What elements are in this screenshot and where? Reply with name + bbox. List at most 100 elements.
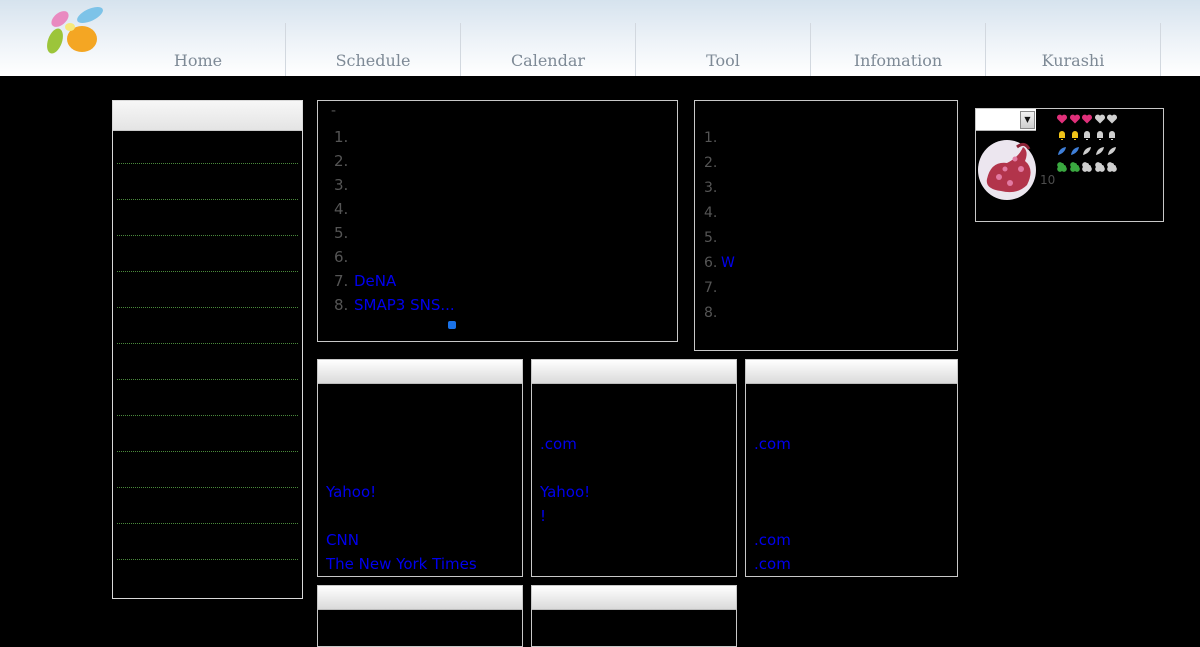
site-header: Home Schedule Calendar Tool Infomation K…	[0, 0, 1200, 76]
feather-icon	[1108, 147, 1116, 155]
heart-icon	[1094, 114, 1105, 124]
bell-icon	[1071, 131, 1078, 140]
sidebar-item[interactable]	[117, 452, 298, 488]
ranking-number: 4.	[334, 200, 349, 218]
ranking-item[interactable]: 5.	[334, 221, 455, 245]
ranking-tab-marker: -	[331, 103, 337, 119]
link-box: .com Yahoo! !	[531, 359, 737, 577]
flower-icon	[1094, 162, 1105, 172]
ranking-link[interactable]: DeNA	[354, 272, 396, 290]
chevron-down-icon[interactable]: ▼	[1020, 111, 1035, 129]
pager-dot[interactable]	[448, 321, 456, 329]
bell-icon	[1096, 131, 1103, 140]
bell-icon	[1084, 131, 1090, 140]
ranking-link[interactable]: SMAP3 SNS...	[354, 296, 455, 314]
sidebar-item[interactable]	[117, 308, 298, 344]
link-box	[531, 585, 737, 647]
feather-icon	[1095, 147, 1104, 155]
ranking-item[interactable]: 3.	[704, 176, 735, 201]
link-box-header	[532, 586, 736, 610]
sidebar-item[interactable]	[117, 416, 298, 452]
link-box	[317, 585, 523, 647]
sidebar-item[interactable]	[117, 164, 298, 200]
bell-icon	[1059, 131, 1065, 140]
heart-icon	[1056, 114, 1068, 124]
ranking-panel-keywords: 1. 2. 3. 4. 5. 6. W 7. 8.	[694, 100, 958, 351]
ranking-item[interactable]: 6. W	[704, 251, 735, 276]
link-box-header	[318, 360, 522, 384]
link-dotcom[interactable]: .com	[540, 434, 577, 454]
heart-icon-row	[1056, 111, 1119, 127]
sidebar-item[interactable]	[117, 272, 298, 308]
ranking-number: 3.	[334, 176, 349, 194]
ranking-number: 6.	[334, 248, 349, 266]
sidebar-item[interactable]	[117, 132, 298, 164]
flower-logo-icon[interactable]	[42, 3, 106, 59]
ranking-number: 7.	[704, 280, 718, 296]
link-exclaim[interactable]: !	[540, 506, 546, 526]
ranking-item[interactable]: 7.	[704, 276, 735, 301]
ranking-item[interactable]: 2.	[334, 149, 455, 173]
heart-icon	[1069, 114, 1080, 124]
ranking-number: 1.	[334, 128, 349, 146]
flower-icon	[1057, 162, 1067, 172]
sidebar-item[interactable]	[117, 380, 298, 416]
link-yahoo[interactable]: Yahoo!	[540, 482, 590, 502]
ranking-item[interactable]: 5.	[704, 226, 735, 251]
sidebar-header	[113, 101, 302, 131]
status-icon-grid	[1056, 111, 1119, 175]
ranking-number: 6.	[704, 255, 718, 271]
nav-tool[interactable]: Tool	[636, 23, 811, 76]
ranking-number: 8.	[334, 296, 349, 314]
level-number: 10	[1040, 173, 1056, 187]
ranking-item[interactable]: 4.	[704, 201, 735, 226]
main-nav: Home Schedule Calendar Tool Infomation K…	[111, 23, 1161, 76]
flower-icon	[1069, 162, 1080, 172]
ranking-item[interactable]: 6.	[334, 245, 455, 269]
link-cnn[interactable]: CNN	[326, 530, 359, 550]
avatar[interactable]	[977, 139, 1037, 201]
link-box-header	[318, 586, 522, 610]
nav-home[interactable]: Home	[111, 23, 286, 76]
ranking-item[interactable]: 8. SMAP3 SNS...	[334, 293, 455, 317]
link-dotcom[interactable]: .com	[754, 554, 791, 574]
nav-calendar[interactable]: Calendar	[461, 23, 636, 76]
ranking-item[interactable]: 4.	[334, 197, 455, 221]
ranking-number: 4.	[704, 205, 718, 221]
feather-icon-row	[1056, 143, 1119, 159]
feather-icon	[1083, 147, 1091, 155]
ranking-number: 7.	[334, 272, 349, 290]
ranking-number: 2.	[334, 152, 349, 170]
ranking-item[interactable]: 2.	[704, 151, 735, 176]
sidebar-item[interactable]	[117, 344, 298, 380]
sidebar-list	[117, 132, 298, 596]
ranking-item[interactable]: 3.	[334, 173, 455, 197]
sidebar-item[interactable]	[117, 200, 298, 236]
ranking-item[interactable]: 7. DeNA	[334, 269, 455, 293]
profile-select[interactable]: ▼	[976, 109, 1036, 131]
nav-kurashi[interactable]: Kurashi	[986, 23, 1161, 76]
link-yahoo[interactable]: Yahoo!	[326, 482, 376, 502]
ranking-number: 8.	[704, 305, 718, 321]
sidebar-item[interactable]	[117, 236, 298, 272]
ranking-item[interactable]: 8.	[704, 301, 735, 326]
sidebar-item[interactable]	[117, 488, 298, 524]
ranking-item[interactable]: 1.	[334, 125, 455, 149]
ranking-number: 2.	[704, 155, 718, 171]
profile-widget: ▼ 10	[975, 108, 1164, 222]
nav-infomation[interactable]: Infomation	[811, 23, 986, 76]
ranking-item[interactable]: 1.	[704, 126, 735, 151]
ranking-link[interactable]: W	[721, 255, 735, 271]
heart-icon	[1081, 114, 1093, 124]
sidebar-item[interactable]	[117, 524, 298, 560]
feather-icon	[1070, 147, 1079, 155]
ranking-number: 5.	[704, 230, 718, 246]
link-dotcom[interactable]: .com	[754, 434, 791, 454]
bell-icon-row	[1056, 127, 1119, 143]
sidebar-item[interactable]	[117, 560, 298, 596]
sidebar-menu	[112, 100, 303, 599]
link-nytimes[interactable]: The New York Times	[326, 554, 477, 574]
nav-schedule[interactable]: Schedule	[286, 23, 461, 76]
link-dotcom[interactable]: .com	[754, 530, 791, 550]
flower-icon-row	[1056, 159, 1119, 175]
